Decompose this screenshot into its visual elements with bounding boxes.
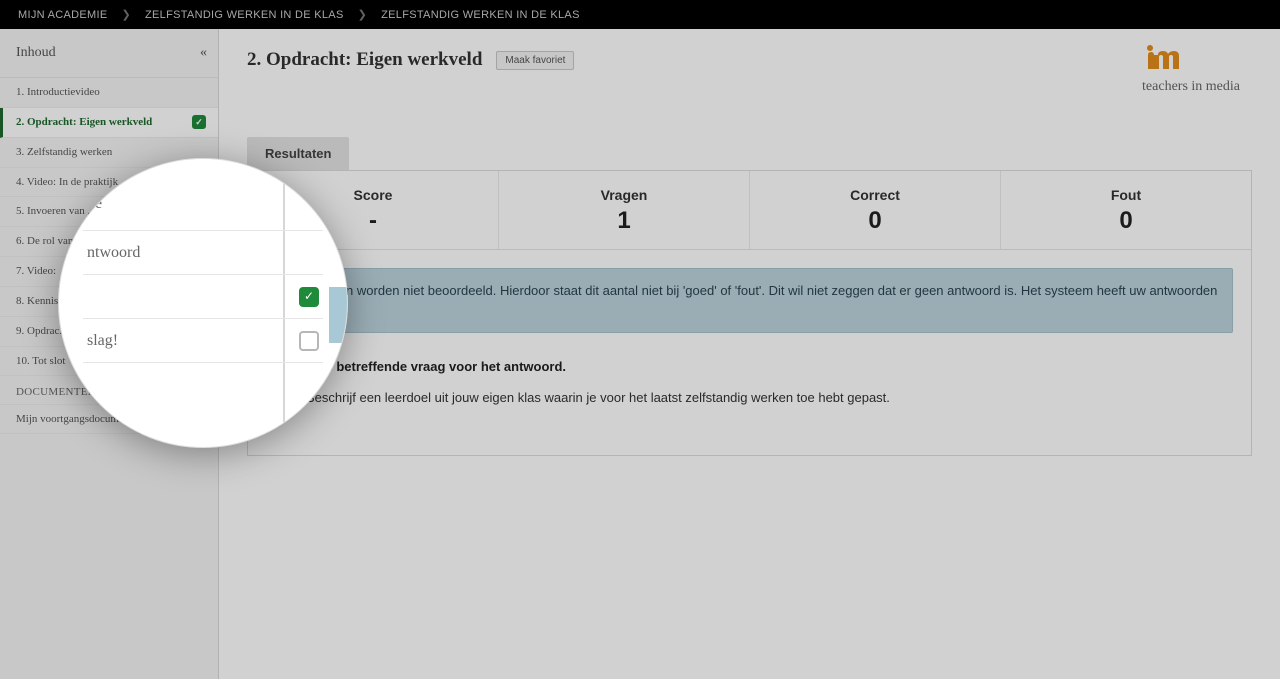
chevron-right-icon: ❯ [121, 8, 131, 21]
brand-text: teachers in media [1142, 79, 1240, 95]
stat-label: Vragen [499, 187, 749, 203]
sidebar-item-label: 7. Video: [16, 264, 56, 279]
sidebar-item-active[interactable]: 2. Opdracht: Eigen werkveld ✓ [0, 108, 218, 138]
lens-text: ntwoord [87, 244, 140, 262]
stats-row: Score - Vragen 1 Correct 0 Fout 0 [248, 171, 1251, 250]
stat-value: 0 [1001, 207, 1251, 235]
stat-correct: Correct 0 [750, 171, 1001, 249]
stat-label: Correct [750, 187, 1000, 203]
chevron-right-icon: ❯ [358, 8, 368, 21]
stat-questions: Vragen 1 [499, 171, 750, 249]
main-content: 2. Opdracht: Eigen werkveld Maak favorie… [219, 29, 1280, 679]
check-icon: ✓ [192, 115, 206, 129]
lens-row [83, 363, 323, 407]
lens-text: slag! [87, 332, 118, 350]
sidebar-item-label: 2. Opdracht: Eigen werkveld [16, 115, 152, 130]
lens-row: slag! [83, 319, 323, 363]
stat-label: Fout [1001, 187, 1251, 203]
lens-text: de [87, 195, 102, 213]
page-title: 2. Opdracht: Eigen werkveld [247, 49, 482, 71]
question-text: Beschrijf een leerdoel uit jouw eigen kl… [306, 390, 890, 405]
lens-row: ntwoord [83, 231, 323, 275]
results-panel: Score - Vragen 1 Correct 0 Fout 0 open v… [247, 170, 1252, 456]
stat-value: 0 [750, 207, 1000, 235]
stat-value: 1 [499, 207, 749, 235]
logo-icon [1142, 43, 1196, 77]
breadcrumb-item[interactable]: MIJN ACADEMIE [18, 9, 107, 21]
stat-wrong: Fout 0 [1001, 171, 1251, 249]
favorite-button[interactable]: Maak favoriet [496, 51, 574, 70]
check-icon: ✓ [299, 287, 319, 307]
sidebar-title: Inhoud [16, 45, 56, 61]
collapse-sidebar-icon[interactable]: « [200, 45, 204, 61]
question-header: p de betreffende vraag voor het antwoord… [306, 359, 1233, 374]
question-row[interactable]: Beschrijf een leerdoel uit jouw eigen kl… [276, 390, 1233, 405]
sidebar-item-label: 1. Introductievideo [16, 85, 100, 100]
breadcrumb-item[interactable]: ZELFSTANDIG WERKEN IN DE KLAS [145, 9, 344, 21]
lens-row: de [83, 187, 323, 231]
info-notice: open vragen worden niet beoordeeld. Hier… [266, 268, 1233, 333]
breadcrumb-bar: MIJN ACADEMIE ❯ ZELFSTANDIG WERKEN IN DE… [0, 0, 1280, 29]
checkbox-empty-icon [299, 331, 319, 351]
lens-row: ✓ [83, 275, 323, 319]
magnifier-lens: de ntwoord ✓ slag! [58, 158, 348, 448]
brand-logo: teachers in media [1142, 43, 1240, 95]
sidebar-item[interactable]: 1. Introductievideo [0, 78, 218, 108]
breadcrumb-item[interactable]: ZELFSTANDIG WERKEN IN DE KLAS [381, 9, 580, 21]
